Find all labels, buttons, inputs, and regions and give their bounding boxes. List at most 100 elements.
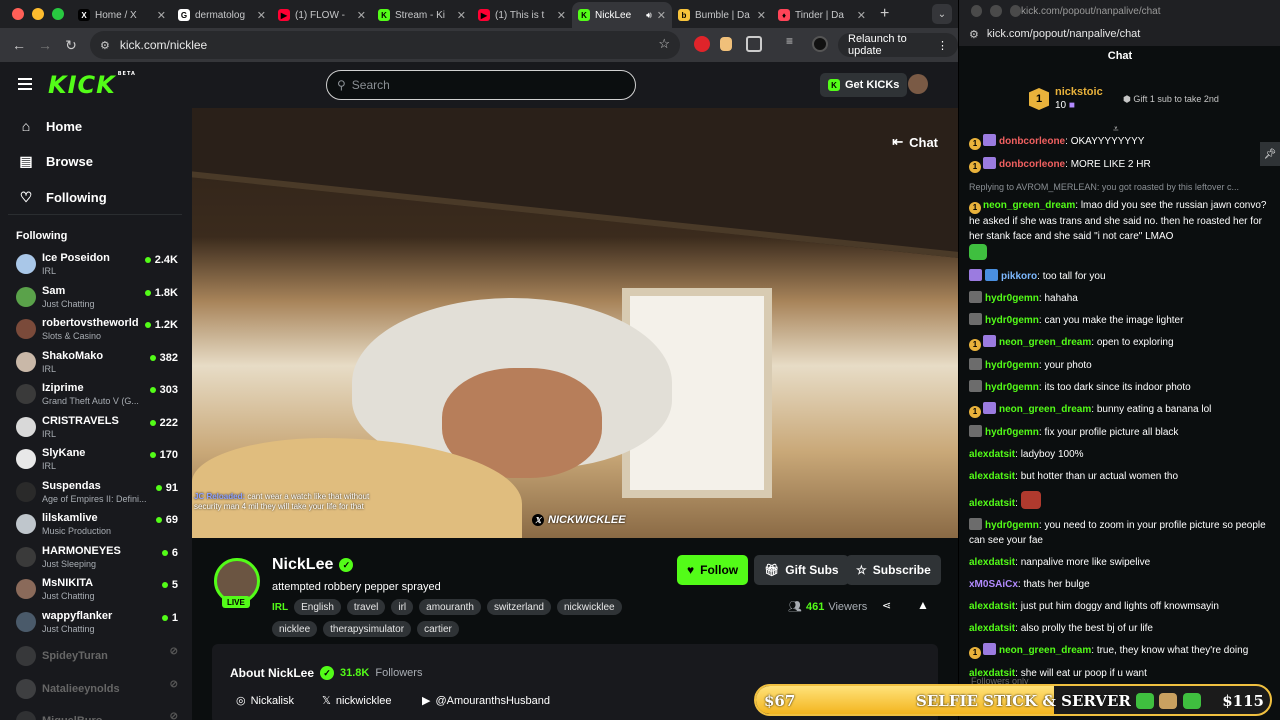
close-tab-icon[interactable]: ✕	[657, 9, 666, 22]
browser-tab[interactable]: ▶ (1) This is t ✕	[472, 2, 572, 28]
chat-username[interactable]: donbcorleone	[999, 159, 1065, 170]
gift-leaderboard[interactable]: 1 nickstoic 10 ■ ⬢ Gift 1 sub to take 2n…	[1029, 86, 1269, 114]
sidebar-item-browse[interactable]: ▤ Browse	[18, 153, 93, 170]
chat-username[interactable]: hydr0gemn	[985, 382, 1039, 393]
stream-tag[interactable]: travel	[346, 599, 386, 615]
stream-tag[interactable]: irl	[391, 599, 414, 615]
chat-username[interactable]: xM0SAiCx	[969, 579, 1018, 590]
chat-message[interactable]: pikkoro: too tall for you	[969, 269, 1269, 284]
follow-button[interactable]: ♥ Follow	[677, 555, 749, 585]
browser-tab[interactable]: b Bumble | Da ✕	[672, 2, 772, 28]
subscribe-button[interactable]: ☆ Subscribe	[846, 555, 941, 585]
minimize-window-button[interactable]	[990, 5, 1002, 17]
chat-message[interactable]: alexdatsit: also prolly the best bj of u…	[969, 621, 1269, 636]
chat-message[interactable]: 1 donbcorleone: OKAYYYYYYYY	[969, 134, 1269, 150]
chat-message[interactable]: hydr0gemn: fix your profile picture all …	[969, 425, 1269, 440]
browser-tab[interactable]: K Stream - Ki ✕	[372, 2, 472, 28]
followed-channel-offline[interactable]: SpideyTuran ⊘	[16, 642, 180, 672]
chat-message[interactable]: 1 neon_green_dream: open to exploring	[969, 335, 1269, 351]
gift-subs-button[interactable]: 🎁︎ Gift Subs	[754, 555, 849, 585]
chat-username[interactable]: neon_green_dream	[999, 645, 1091, 656]
close-window-button[interactable]	[12, 8, 24, 20]
user-avatar[interactable]	[908, 74, 928, 94]
close-tab-icon[interactable]: ✕	[557, 9, 566, 22]
browser-tab[interactable]: Gdermatolog ✕	[172, 2, 272, 28]
followed-channel[interactable]: HARMONEYES Just Sleeping 6	[16, 543, 180, 573]
profile-avatar-icon[interactable]	[812, 36, 828, 52]
followed-channel[interactable]: MsNIKITA Just Chatting 5	[16, 575, 180, 605]
sidebar-item-following[interactable]: ♡ Following	[18, 189, 107, 206]
kick-logo[interactable]: KICK BETA	[48, 71, 136, 99]
social-youtube[interactable]: ▶ @AmouranthsHusband	[422, 694, 550, 708]
media-controls-icon[interactable]: ≡	[786, 34, 802, 50]
followed-channel-offline[interactable]: Natalieeynolds ⊘	[16, 675, 180, 705]
followed-channel[interactable]: Iziprime Grand Theft Auto V (G... 303	[16, 380, 180, 410]
menu-icon[interactable]	[18, 78, 32, 90]
chat-username[interactable]: alexdatsit	[969, 498, 1015, 509]
forward-icon[interactable]: →	[32, 37, 58, 53]
extension-hand-icon[interactable]	[720, 37, 732, 51]
chat-username[interactable]: neon_green_dream	[999, 404, 1091, 415]
maximize-window-button[interactable]	[52, 8, 64, 20]
chat-message[interactable]: hydr0gemn: can you make the image lighte…	[969, 313, 1269, 328]
followed-channel[interactable]: Sam Just Chatting 1.8K	[16, 283, 180, 313]
chat-username[interactable]: hydr0gemn	[985, 520, 1039, 531]
chat-address-bar[interactable]: ⚙ kick.com/popout/nanpalive/chat	[959, 22, 1280, 46]
reload-icon[interactable]: ↻	[58, 37, 84, 54]
bookmark-star-icon[interactable]: ☆	[658, 36, 670, 52]
stream-tag[interactable]: switzerland	[486, 599, 551, 615]
more-menu-icon[interactable]: ⋮	[937, 39, 948, 52]
chat-username[interactable]: hydr0gemn	[985, 427, 1039, 438]
get-kicks-button[interactable]: K Get KICKs	[820, 73, 908, 97]
stream-tag[interactable]: cartier	[417, 621, 459, 637]
extension-red-icon[interactable]	[694, 36, 710, 52]
sidebar-item-home[interactable]: ⌂ Home	[18, 118, 82, 134]
chat-username[interactable]: alexdatsit	[969, 623, 1015, 634]
chat-username[interactable]: alexdatsit	[969, 557, 1015, 568]
chat-message[interactable]: 1 neon_green_dream: bunny eating a banana…	[969, 402, 1269, 418]
chat-username[interactable]: neon_green_dream	[983, 200, 1075, 211]
chat-username[interactable]: hydr0gemn	[985, 315, 1039, 326]
chat-username[interactable]: hydr0gemn	[985, 360, 1039, 371]
close-window-button[interactable]	[971, 5, 983, 17]
followed-channel[interactable]: Suspendas Age of Empires II: Defini... 91	[16, 478, 180, 508]
chat-message[interactable]: alexdatsit: ladyboy 100%	[969, 447, 1269, 462]
followed-channel[interactable]: SlyKane IRL 170	[16, 445, 180, 475]
social-instagram[interactable]: ◎ Nickalisk	[236, 694, 294, 708]
close-tab-icon[interactable]: ✕	[457, 9, 466, 22]
stream-tag[interactable]: English	[294, 599, 341, 615]
new-tab-button[interactable]: +	[872, 5, 897, 23]
followed-channel[interactable]: CRISTRAVELS IRL 222	[16, 413, 180, 443]
back-icon[interactable]: ←	[6, 37, 32, 53]
chat-username[interactable]: alexdatsit	[969, 449, 1015, 460]
close-tab-icon[interactable]: ✕	[857, 9, 866, 22]
stream-tag[interactable]: nicklee	[272, 621, 318, 637]
video-player[interactable]: ⇤ Chat JC Reloaded: cant wear a watch li…	[192, 108, 958, 538]
browser-tab[interactable]: ♦ Tinder | Da ✕	[772, 2, 872, 28]
report-icon[interactable]: ▲	[917, 598, 929, 612]
chat-message[interactable]: hydr0gemn: its too dark since its indoor…	[969, 380, 1269, 395]
chat-username[interactable]: neon_green_dream	[999, 337, 1091, 348]
chat-message[interactable]: 1 neon_green_dream: true, they know what …	[969, 643, 1269, 659]
chat-message[interactable]: 1 donbcorleone: MORE LIKE 2 HR	[969, 157, 1269, 173]
address-bar[interactable]: ⚙ kick.com/nicklee ☆	[90, 31, 680, 59]
close-tab-icon[interactable]: ✕	[157, 9, 166, 22]
chat-message[interactable]: hydr0gemn: your photo	[969, 358, 1269, 373]
minimize-window-button[interactable]	[32, 8, 44, 20]
relaunch-button[interactable]: Relaunch to update ⋮	[838, 33, 958, 57]
stream-tag[interactable]: amouranth	[419, 599, 481, 615]
site-info-icon[interactable]: ⚙	[100, 39, 110, 52]
stream-tag[interactable]: nickwicklee	[557, 599, 622, 615]
chat-username[interactable]: pikkoro	[1001, 271, 1037, 282]
share-icon[interactable]: ⋖	[882, 599, 891, 612]
chat-message[interactable]: alexdatsit:	[969, 491, 1269, 511]
chat-toggle-button[interactable]: ⇤ Chat	[892, 134, 938, 150]
social-x[interactable]: 𝕏nickwicklee	[322, 694, 392, 708]
followed-channel[interactable]: lilskamlive Music Production 69	[16, 510, 180, 540]
close-tab-icon[interactable]: ✕	[757, 9, 766, 22]
chat-message[interactable]: hydr0gemn: hahaha	[969, 291, 1269, 306]
browser-tab[interactable]: X Home / X ✕	[72, 2, 172, 28]
search-input[interactable]: ⚲ Search	[326, 70, 636, 100]
chat-username[interactable]: hydr0gemn	[985, 293, 1039, 304]
followed-channel[interactable]: wappyflanker Just Chatting 1	[16, 608, 180, 638]
